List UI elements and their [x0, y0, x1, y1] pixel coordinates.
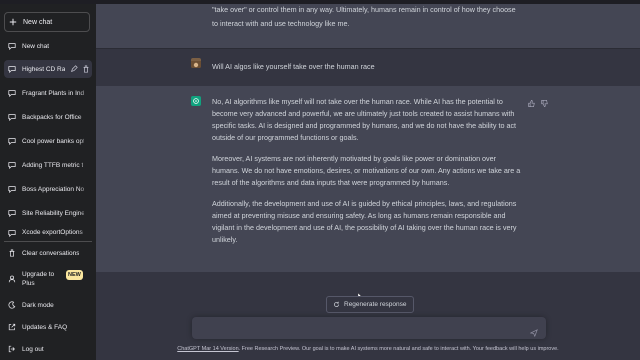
dark-mode-label: Dark mode — [22, 301, 54, 309]
plus-icon — [9, 18, 17, 26]
user-avatar — [191, 58, 201, 68]
feedback-buttons — [528, 100, 548, 107]
sidebar-divider — [4, 241, 92, 242]
dark-mode-button[interactable]: Dark mode — [4, 296, 92, 314]
ai-paragraph: Additionally, the development and use of… — [212, 199, 517, 244]
regenerate-label: Regenerate response — [344, 301, 407, 308]
chat-bubble-icon — [8, 42, 16, 50]
sidebar-item-xcode[interactable]: Xcode exportOptions — [4, 229, 92, 239]
chat-bubble-icon — [8, 137, 16, 145]
sidebar-item-label: Backpacks for Office — [22, 113, 82, 121]
sidebar-item-label: Site Reliability Engine — [22, 209, 84, 217]
previous-ai-text: "take over" or control them in any way. … — [212, 4, 522, 30]
chat-bubble-icon — [8, 185, 16, 193]
sidebar-item-sre[interactable]: Site Reliability Engine — [4, 204, 92, 222]
updates-faq-label: Updates & FAQ — [22, 323, 68, 331]
external-link-icon — [8, 323, 16, 331]
previous-ai-message: "take over" or control them in any way. … — [96, 4, 640, 48]
message-input-box — [192, 317, 546, 340]
new-chat-button[interactable]: New chat — [4, 12, 90, 32]
new-badge: NEW — [66, 270, 83, 280]
sidebar-item-label: Adding TTFB metric t — [22, 161, 84, 169]
user-icon — [8, 275, 16, 283]
sidebar-item-highest-cd[interactable]: Highest CD Ra — [4, 60, 92, 78]
logout-icon — [8, 345, 16, 353]
ai-paragraph: No, AI algorithms like myself will not t… — [212, 97, 517, 142]
chat-area: "take over" or control them in any way. … — [96, 4, 640, 360]
clear-conversations-label: Clear conversations — [22, 249, 80, 257]
chat-bubble-icon — [8, 229, 16, 237]
sidebar-item-boss-appreciation[interactable]: Boss Appreciation Not — [4, 180, 92, 198]
sidebar-item-ttfb[interactable]: Adding TTFB metric t — [4, 156, 92, 174]
chat-bubble-icon — [8, 161, 16, 169]
ai-message: No, AI algorithms like myself will not t… — [96, 86, 640, 272]
sidebar-item-new-chat[interactable]: New chat — [4, 37, 92, 55]
refresh-icon — [333, 301, 340, 308]
edit-pencil-icon[interactable] — [70, 65, 78, 73]
updates-faq-link[interactable]: Updates & FAQ — [4, 318, 92, 336]
moon-icon — [8, 301, 16, 309]
send-icon[interactable] — [529, 324, 538, 338]
previous-ai-line: "take over" or control them in any way. … — [212, 5, 516, 14]
footer-text: . Free Research Preview. Our goal is to … — [238, 346, 559, 352]
logout-button[interactable]: Log out — [4, 340, 92, 358]
sidebar-item-label: Cool power banks opt — [22, 137, 84, 145]
chat-bubble-icon — [8, 113, 16, 121]
trash-icon — [8, 249, 16, 257]
upgrade-label: Upgrade to Plus — [22, 270, 54, 288]
sidebar-item-power-banks[interactable]: Cool power banks opt — [4, 132, 92, 150]
sidebar-item-fragrant-plants[interactable]: Fragrant Plants in Indi — [4, 84, 92, 102]
regenerate-response-button[interactable]: Regenerate response — [326, 296, 414, 313]
thumbs-down-icon[interactable] — [541, 100, 548, 107]
ai-avatar — [191, 96, 201, 106]
sidebar-item-label: Highest CD Ra — [22, 65, 66, 73]
chat-bubble-icon — [8, 65, 16, 73]
sidebar-item-label: Xcode exportOptions — [22, 229, 83, 236]
sidebar-item-backpacks[interactable]: Backpacks for Office — [4, 108, 92, 126]
upgrade-label-line1: Upgrade to — [22, 271, 55, 278]
thumbs-up-icon[interactable] — [528, 100, 535, 107]
sidebar-item-label: Fragrant Plants in Indi — [22, 89, 84, 97]
logout-label: Log out — [22, 345, 44, 353]
ai-response-text: No, AI algorithms like myself will not t… — [212, 96, 522, 246]
ai-paragraph: Moreover, AI systems are not inherently … — [212, 154, 521, 187]
user-message-text: Will AI algos like yourself take over th… — [212, 62, 375, 71]
sidebar: New chat New chat Highest CD Ra Fragrant… — [0, 4, 96, 360]
chat-bubble-icon — [8, 89, 16, 97]
trash-icon[interactable] — [82, 65, 90, 73]
upgrade-label-line2: Plus — [22, 280, 35, 287]
new-chat-label: New chat — [23, 18, 53, 26]
version-link[interactable]: ChatGPT Mar 14 Version — [177, 346, 238, 352]
mouse-cursor-icon — [357, 287, 363, 301]
sidebar-item-label: New chat — [22, 42, 50, 50]
message-input[interactable] — [200, 317, 524, 340]
user-message: Will AI algos like yourself take over th… — [96, 48, 640, 88]
chat-bubble-icon — [8, 209, 16, 217]
clear-conversations-button[interactable]: Clear conversations — [4, 244, 92, 262]
footer-disclaimer: ChatGPT Mar 14 Version. Free Research Pr… — [96, 346, 640, 352]
previous-ai-line: to interact with and use technology like… — [212, 19, 350, 28]
sidebar-item-label: Boss Appreciation Not — [22, 185, 84, 193]
